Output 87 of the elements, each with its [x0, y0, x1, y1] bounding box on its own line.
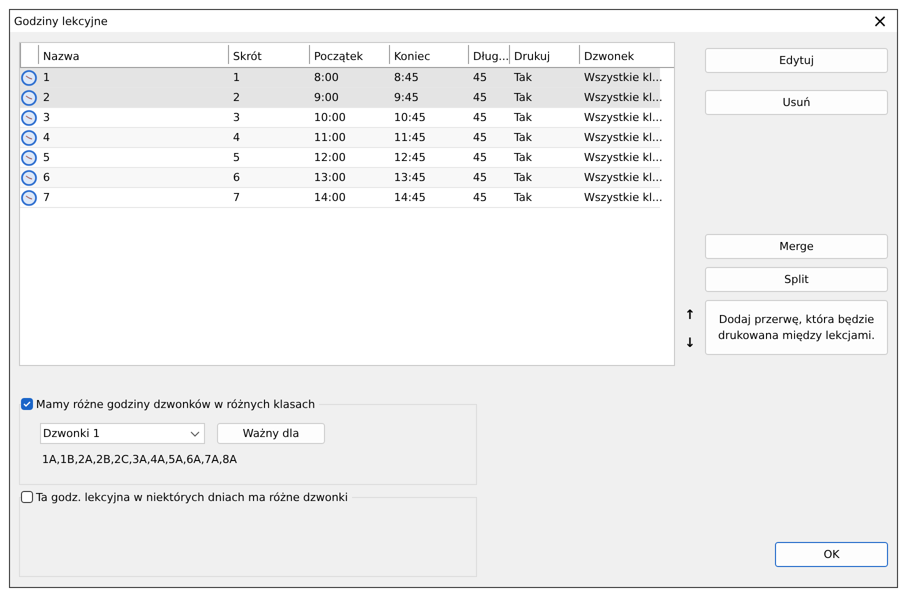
- table-cell-text: 45: [472, 131, 488, 144]
- table-cell-text: 10:00: [313, 111, 347, 124]
- table-cell-text: Tak: [513, 191, 534, 204]
- clock-icon: [21, 90, 37, 106]
- window-title: Godziny lekcyjne: [14, 14, 108, 28]
- table-cell-text: Tak: [513, 171, 534, 184]
- table-cell-text: 5: [42, 151, 51, 164]
- table-cell-text: 9:45: [393, 91, 420, 104]
- checkbox-label: Ta godz. lekcyjna w niektórych dniach ma różne dzwonki: [36, 490, 348, 504]
- table-cell-text: 7: [42, 191, 51, 204]
- move-down-button[interactable]: ↓: [684, 336, 696, 351]
- table-cell-text: Tak: [513, 111, 534, 124]
- table-cell-text: 12:00: [313, 151, 347, 164]
- table-row[interactable]: 1 1 8:00 8:45 45 Tak Wszystkie kl...: [20, 68, 660, 88]
- table-cell-text: 11:45: [393, 131, 427, 144]
- clock-icon: [21, 130, 37, 146]
- table-cell-text: Wszystkie kl...: [583, 191, 660, 204]
- action-button[interactable]: Edytuj: [705, 48, 888, 73]
- table-cell-text: 7: [232, 191, 241, 204]
- table-cell-text: Wszystkie kl...: [583, 111, 660, 124]
- clock-icon: [21, 150, 37, 166]
- class-list: 1A,1B,2A,2B,2C,3A,4A,5A,6A,7A,8A: [40, 453, 477, 466]
- action-button[interactable]: Split: [705, 267, 888, 292]
- table-cell-text: 45: [472, 111, 488, 124]
- dropdown[interactable]: Dzwonki 1: [40, 423, 205, 444]
- table-cell-text: Wszystkie kl...: [583, 171, 660, 184]
- table-cell-text: 3: [232, 111, 241, 124]
- clock-icon: [21, 70, 37, 86]
- clock-icon: [21, 190, 37, 206]
- table-row[interactable]: 4 4 11:00 11:45 45 Tak Wszystkie kl...: [20, 128, 660, 148]
- ok-button[interactable]: OK: [775, 542, 888, 567]
- table-row[interactable]: 2 2 9:00 9:45 45 Tak Wszystkie kl...: [20, 88, 660, 108]
- table-cell-text: 45: [472, 91, 488, 104]
- column-header[interactable]: Drukuj: [509, 45, 579, 64]
- table-cell-text: Tak: [513, 71, 534, 84]
- table-cell-text: 4: [232, 131, 241, 144]
- checkbox[interactable]: [21, 491, 33, 503]
- table-cell-text: 1: [232, 71, 241, 84]
- table-cell-text: 14:00: [313, 191, 347, 204]
- close-button[interactable]: ×: [863, 10, 897, 32]
- table-cell-text: Wszystkie kl...: [583, 71, 660, 84]
- checkmark-icon: [22, 399, 32, 409]
- column-header[interactable]: Nazwa: [38, 45, 228, 64]
- column-header[interactable]: Dzwonek: [579, 45, 660, 64]
- table-cell-text: Wszystkie kl...: [583, 151, 660, 164]
- move-up-button[interactable]: ↑: [684, 308, 696, 323]
- table-cell-text: 2: [232, 91, 241, 104]
- table-cell-text: Tak: [513, 151, 534, 164]
- table-cell-text: Wszystkie kl...: [583, 91, 660, 104]
- table-cell-text: 6: [232, 171, 241, 184]
- add-break-button[interactable]: Dodaj przerwę, która będzie drukowana między lekcjami.: [705, 300, 888, 355]
- chevron-icon: [190, 430, 200, 436]
- column-header[interactable]: Początek: [309, 45, 389, 64]
- table-cell-text: 13:45: [393, 171, 427, 184]
- clock-icon: [21, 170, 37, 186]
- table-cell-text: 5: [232, 151, 241, 164]
- table-cell-text: 12:45: [393, 151, 427, 164]
- column-header[interactable]: Dług...: [468, 45, 509, 64]
- table-cell-text: 3: [42, 111, 51, 124]
- table-cell-text: 45: [472, 151, 488, 164]
- checkbox[interactable]: [21, 398, 33, 410]
- table-cell-text: Tak: [513, 91, 534, 104]
- action-button[interactable]: Merge: [705, 234, 888, 259]
- table-row[interactable]: 6 6 13:00 13:45 45 Tak Wszystkie kl...: [20, 168, 660, 188]
- checkbox-label: Mamy różne godziny dzwonków w różnych klasach: [36, 398, 316, 410]
- column-header[interactable]: Koniec: [389, 45, 468, 64]
- table-cell-text: 2: [42, 91, 51, 104]
- table-cell-text: 14:45: [393, 191, 427, 204]
- table-cell-text: 9:00: [313, 91, 340, 104]
- table-cell-text: Wszystkie kl...: [583, 131, 660, 144]
- valid-for-button[interactable]: Ważny dla: [217, 423, 325, 444]
- table-cell-text: 11:00: [313, 131, 347, 144]
- table-row[interactable]: 7 7 14:00 14:45 45 Tak Wszystkie kl...: [20, 188, 660, 208]
- table-cell-text: 8:45: [393, 71, 420, 84]
- table-cell-text: 6: [42, 171, 51, 184]
- table-cell-text: 4: [42, 131, 51, 144]
- column-header[interactable]: Skrót: [228, 45, 309, 64]
- action-button[interactable]: Usuń: [705, 90, 888, 115]
- table-cell-text: 10:45: [393, 111, 427, 124]
- table-cell-text: 45: [472, 191, 488, 204]
- table-cell-text: 45: [472, 171, 488, 184]
- table-cell-text: 8:00: [313, 71, 340, 84]
- table-cell-text: 13:00: [313, 171, 347, 184]
- clock-icon: [21, 110, 37, 126]
- table-cell-text: 1: [42, 71, 51, 84]
- table-cell-text: 45: [472, 71, 488, 84]
- table-cell-text: Tak: [513, 131, 534, 144]
